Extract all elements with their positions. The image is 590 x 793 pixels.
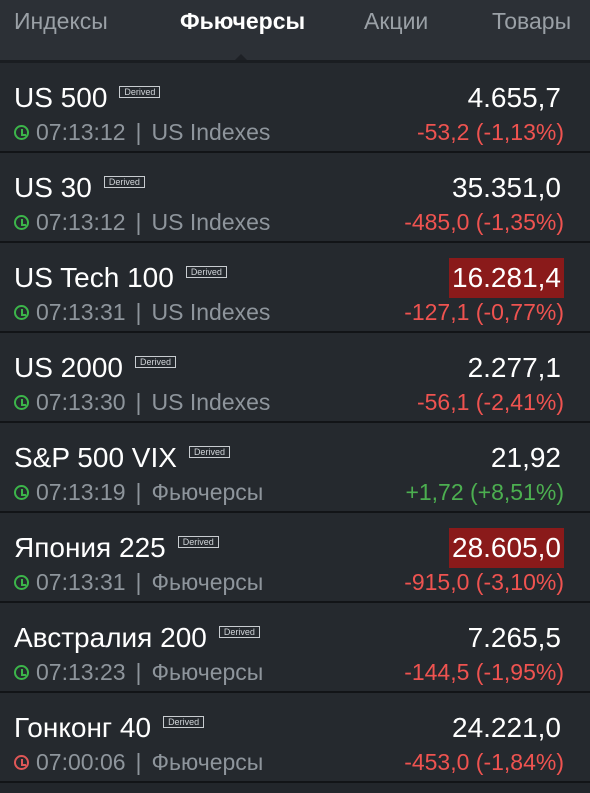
instrument-row[interactable]: Гонконг 40 Derived 07:00:06 | Фьючерсы 24.2… bbox=[0, 693, 590, 783]
instrument-category: Фьючерсы bbox=[151, 479, 264, 505]
price-change: -144,5 (-1,95%) bbox=[404, 659, 564, 685]
instrument-name: US 2000 bbox=[14, 352, 123, 383]
clock-icon bbox=[14, 755, 29, 770]
instrument-category: Фьючерсы bbox=[151, 569, 264, 595]
update-time: 07:13:12 bbox=[36, 119, 126, 145]
instrument-category: US Indexes bbox=[151, 209, 271, 235]
price-change: -915,0 (-3,10%) bbox=[404, 569, 564, 595]
instrument-row[interactable]: US 30 Derived 07:13:12 | US Indexes 35.351,… bbox=[0, 153, 590, 243]
derived-badge: Derived bbox=[119, 86, 161, 98]
instrument-name: US Tech 100 bbox=[14, 262, 174, 293]
clock-icon bbox=[14, 125, 29, 140]
derived-badge: Derived bbox=[218, 626, 260, 638]
update-time: 07:13:31 bbox=[36, 569, 126, 595]
clock-icon bbox=[14, 215, 29, 230]
instrument-category: US Indexes bbox=[151, 299, 271, 325]
instrument-name: US 30 bbox=[14, 172, 92, 203]
tab-indices[interactable]: Индексы bbox=[14, 8, 108, 35]
tab-stocks[interactable]: Акции bbox=[364, 8, 428, 35]
update-time: 07:00:06 bbox=[36, 749, 126, 775]
clock-icon bbox=[14, 395, 29, 410]
derived-badge: Derived bbox=[188, 446, 230, 458]
separator: | bbox=[135, 209, 142, 235]
instrument-name: Япония 225 bbox=[14, 532, 166, 563]
instrument-category: Фьючерсы bbox=[151, 749, 264, 775]
clock-icon bbox=[14, 305, 29, 320]
instrument-name: Австралия 200 bbox=[14, 622, 207, 653]
instrument-category: US Indexes bbox=[151, 389, 271, 415]
instrument-name: S&P 500 VIX bbox=[14, 442, 177, 473]
derived-badge: Derived bbox=[103, 176, 145, 188]
separator: | bbox=[135, 749, 142, 775]
clock-icon bbox=[14, 575, 29, 590]
separator: | bbox=[135, 389, 142, 415]
last-price: 16.281,4 bbox=[449, 258, 564, 298]
clock-icon bbox=[14, 665, 29, 680]
price-change: -56,1 (-2,41%) bbox=[416, 389, 564, 415]
separator: | bbox=[135, 659, 142, 685]
tab-futures[interactable]: Фьючерсы bbox=[180, 8, 305, 35]
price-change: -127,1 (-0,77%) bbox=[404, 299, 564, 325]
last-price: 2.277,1 bbox=[467, 352, 561, 383]
instrument-name: Гонконг 40 bbox=[14, 712, 152, 743]
separator: | bbox=[135, 299, 142, 325]
price-change: -53,2 (-1,13%) bbox=[416, 119, 564, 145]
separator: | bbox=[135, 569, 142, 595]
clock-icon bbox=[14, 485, 29, 500]
update-time: 07:13:19 bbox=[36, 479, 126, 505]
derived-badge: Derived bbox=[185, 266, 227, 278]
price-change: +1,72 (+8,51%) bbox=[405, 479, 564, 505]
instrument-row[interactable]: US 500 Derived 07:13:12 | US Indexes 4.655,… bbox=[0, 63, 590, 153]
last-price: 21,92 bbox=[490, 442, 561, 473]
instrument-row[interactable]: S&P 500 VIX Derived 07:13:19 | Фьючерсы 21,… bbox=[0, 423, 590, 513]
last-price: 24.221,0 bbox=[452, 712, 561, 743]
derived-badge: Derived bbox=[134, 356, 176, 368]
last-price: 7.265,5 bbox=[467, 622, 561, 653]
instrument-category: US Indexes bbox=[151, 119, 271, 145]
update-time: 07:13:30 bbox=[36, 389, 126, 415]
update-time: 07:13:23 bbox=[36, 659, 126, 685]
update-time: 07:13:12 bbox=[36, 209, 126, 235]
instrument-list: US 500 Derived 07:13:12 | US Indexes 4.655,… bbox=[0, 63, 590, 783]
instrument-row[interactable]: Австралия 200 Derived 07:13:23 | Фьючерсы 7… bbox=[0, 603, 590, 693]
active-tab-indicator bbox=[232, 54, 250, 60]
separator: | bbox=[135, 479, 142, 505]
instrument-row[interactable]: US 2000 Derived 07:13:30 | US Indexes 2.277… bbox=[0, 333, 590, 423]
category-tab-bar: Индексы Фьючерсы Акции Товары bbox=[0, 0, 590, 63]
tab-commodities[interactable]: Товары bbox=[492, 8, 571, 35]
update-time: 07:13:31 bbox=[36, 299, 126, 325]
separator: | bbox=[135, 119, 142, 145]
instrument-row[interactable]: US Tech 100 Derived 07:13:31 | US Indexes 1… bbox=[0, 243, 590, 333]
instrument-category: Фьючерсы bbox=[151, 659, 264, 685]
price-change: -485,0 (-1,35%) bbox=[404, 209, 564, 235]
last-price: 28.605,0 bbox=[449, 528, 564, 568]
last-price: 4.655,7 bbox=[467, 82, 561, 113]
instrument-row[interactable]: Япония 225 Derived 07:13:31 | Фьючерсы 28.6… bbox=[0, 513, 590, 603]
last-price: 35.351,0 bbox=[452, 172, 561, 203]
derived-badge: Derived bbox=[163, 716, 205, 728]
instrument-name: US 500 bbox=[14, 82, 108, 113]
derived-badge: Derived bbox=[177, 536, 219, 548]
price-change: -453,0 (-1,84%) bbox=[404, 749, 564, 775]
